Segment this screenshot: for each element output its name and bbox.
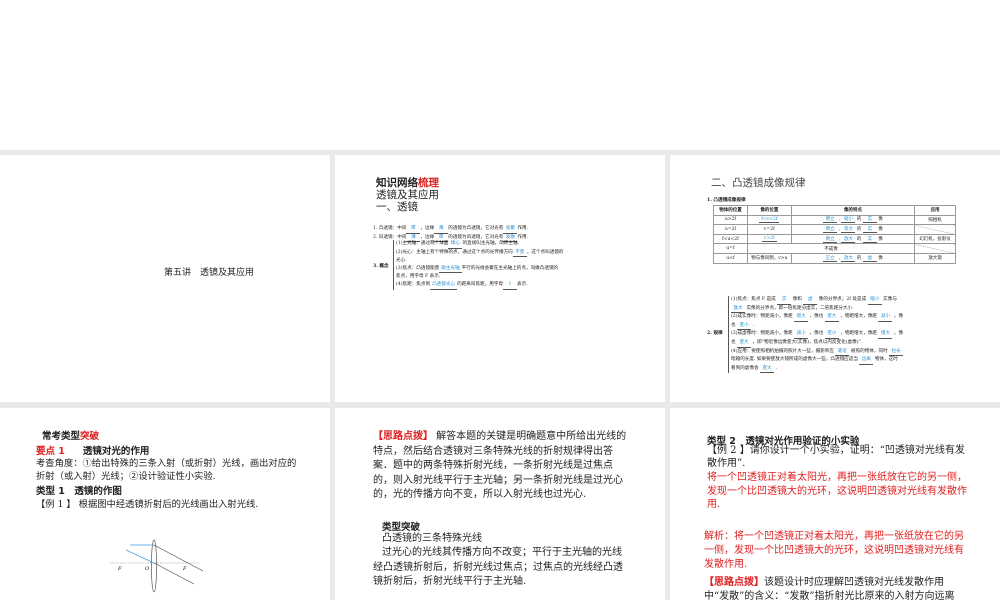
slide-thumbnail-6[interactable]: 类型 2 透镜对光作用验证的小实验 【例 2 】请你设计一个小实验，证明：“凹透… bbox=[670, 408, 1000, 600]
section-heading: 二、凸透镜成像规律 bbox=[711, 177, 806, 189]
rule-line: 看到的虚像会 变大 . bbox=[731, 365, 903, 374]
label-f-left: F bbox=[117, 566, 122, 572]
type-heading: 类型突破 bbox=[382, 522, 421, 533]
label-o: O bbox=[145, 566, 149, 572]
analysis-text: 解析：将一个凹透镜正对着太阳光，再把一张纸放在它的另一侧，发现一个比凹透镜大的光… bbox=[704, 531, 964, 570]
table-row: f<u<2f v>2f 倒立 , 放大 的 实 像幻灯机，投影仪 bbox=[713, 233, 956, 245]
subtitle-2: 一、透镜 bbox=[376, 201, 418, 213]
rule-line: 放大 实像的分界点，即一倍焦距分虚实，二倍焦距分大小. bbox=[731, 305, 903, 314]
rule-line: (1)焦点：焦点 F 是成 实 像和 虚 像的分界点；2f 处是成 缩小 实像与 bbox=[731, 296, 903, 305]
slide-thumbnail-5[interactable]: 【思路点拨】 解答本题的关键是明确题意中所给出光线的特点，然后结合透镜对三条特殊… bbox=[335, 408, 665, 600]
table-row: u=f 不成像 bbox=[713, 243, 956, 254]
slide-title: 第五讲 透镜及其应用 bbox=[164, 268, 255, 278]
empty-cell-diagonal bbox=[914, 243, 956, 254]
hint-paragraph: 【思路点拨】 解答本题的关键是明确题意中所给出光线的特点，然后结合透镜对三条特殊… bbox=[373, 431, 627, 500]
example-text: 【例 2 】请你设计一个小实验，证明：“凹透镜对光线有发散作用”. bbox=[707, 445, 965, 469]
label-f-right: F bbox=[182, 566, 187, 572]
explanation-text: 过光心的光线其传播方向不改变；平行于主光轴的光线经凸透镜折射后，折射光线过焦点；… bbox=[373, 547, 623, 587]
slide-thumbnail-1[interactable]: 第五讲 透镜及其应用 bbox=[0, 155, 330, 402]
empty-cell-diagonal bbox=[914, 224, 956, 235]
concept-list: (1)主光轴：通过两个球面 球心 的直线叫主光轴，简称主轴. (2)光心：主轴上有个… bbox=[393, 240, 564, 290]
rules-list: (1)焦点：焦点 F 是成 实 像和 虚 像的分界点；2f 处是成 缩小 实像与… bbox=[728, 296, 904, 374]
def-line: 1. 凸透镜：中间厚，边缘薄的透镜为凸透镜，它对光有 会聚 作用. bbox=[373, 225, 528, 234]
rule-line: 也 变小 . bbox=[731, 322, 903, 331]
hint-paragraph: 【思路点拨】该题设计时应理解凹透镜对光线发散作用中“发散”的含义：“发散”指折射… bbox=[704, 577, 955, 600]
table-title: 1. 凸透镜成像规律 bbox=[707, 198, 746, 203]
table-row: u>2f f<v<2f 倒立 , 缩小 的 实 像照相机 bbox=[713, 214, 956, 226]
table-row: u<f 物与像同侧，v>u 正立 , 放大 的 虚 像放大镜 bbox=[713, 252, 956, 264]
slide-thumbnail-2[interactable]: 知识网络梳理 透镜及其应用 一、透镜 1. 凸透镜：中间厚，边缘薄的透镜为凸透镜… bbox=[335, 155, 665, 402]
section-heading: 常考类型突破 bbox=[42, 431, 100, 442]
point-heading: 要点 1 透镜对光的作用 bbox=[36, 446, 150, 457]
rule-line: (3)成虚像时：物距减小，像距 减小 ，像也 变小 ，物距增大，像距 增大 ，像 bbox=[731, 330, 903, 339]
subheading: 凸透镜的三条特殊光线 bbox=[382, 533, 482, 544]
concept-label: 3. 概念 bbox=[373, 264, 389, 269]
exam-angle: 考查角度：①给出特殊的三条入射（或折射）光线，画出对应的折射（或入射）光线；②设… bbox=[36, 458, 297, 482]
rule-line: (4)应用：要使照相机拍摄的照片大一些，摄影师应 靠近 被照的物体，同时 拉长 bbox=[731, 348, 904, 357]
slide-thumbnail-3[interactable]: 二、凸透镜成像规律 1. 凸透镜成像规律 物体的位置 像的位置 像的特点 应用 … bbox=[670, 155, 1000, 402]
table-row: u=2f v=2f 倒立 , 等大 的 实 像 bbox=[713, 224, 956, 235]
rule-line: (2)成实像时：物距减小，像距 增大 ，像也 变大 ，物距增大，像距 减小 ，像 bbox=[731, 313, 903, 322]
rule-line: 也 变大 ，即“物近像远像变大(实像)，焦点以内反变化(虚像)”. bbox=[731, 339, 903, 348]
imaging-rules-table: 物体的位置 像的位置 像的特点 应用 u>2f f<v<2f 倒立 , 缩小 的 实… bbox=[713, 205, 956, 264]
rule-line: 暗箱的长度. 如果要使放大镜所成的虚像大一些，凸透镜应适当 远离 物体，这时 bbox=[731, 356, 903, 365]
type-heading: 类型 1 透镜的作图 bbox=[36, 486, 122, 497]
slide-thumbnail-4[interactable]: 常考类型突破 要点 1 透镜对光的作用 考查角度：①给出特殊的三条入射（或折射）光… bbox=[0, 408, 330, 600]
lens-diagram: F O F bbox=[110, 539, 204, 593]
table-header-row: 物体的位置 像的位置 像的特点 应用 bbox=[713, 205, 956, 216]
example-text: 【例 1 】 根据图中经透镜折射后的光线画出入射光线. bbox=[36, 499, 259, 510]
rule-label: 2. 规律 bbox=[707, 331, 723, 336]
answer-text: 将一个凹透镜正对着太阳光，再把一张纸放在它的另一侧，发现一个比凹透镜大的光环，这… bbox=[707, 472, 967, 510]
